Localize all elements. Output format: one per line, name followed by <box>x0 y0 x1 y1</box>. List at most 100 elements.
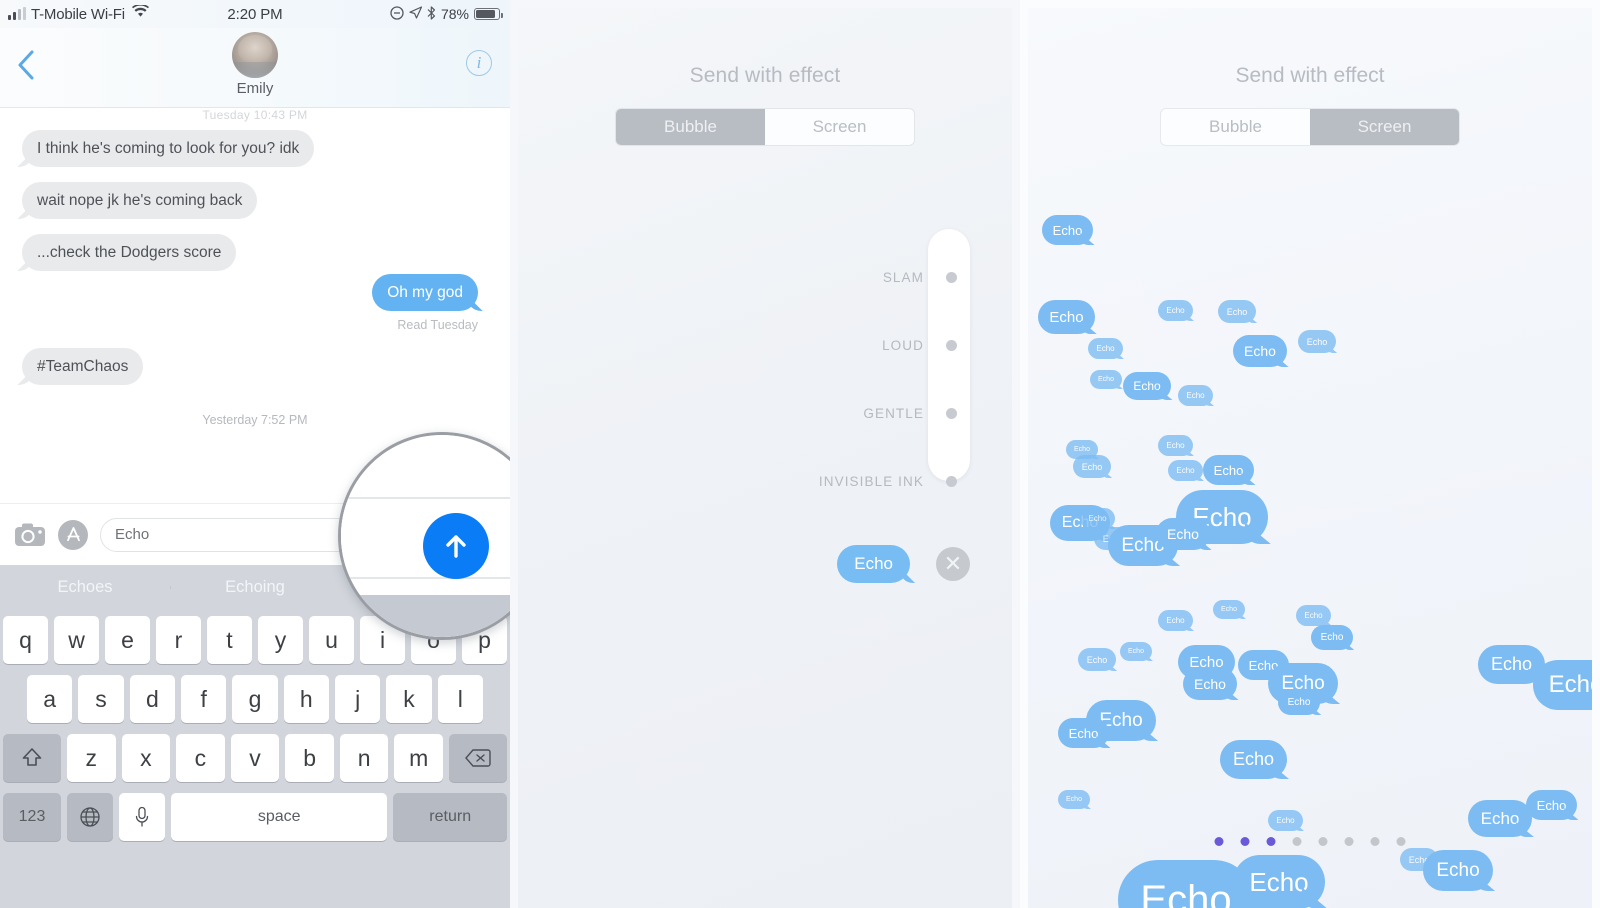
key-m[interactable]: m <box>394 734 444 782</box>
echo-bubble: Echo <box>1311 625 1353 650</box>
three-panel-tutorial-screenshot: T-Mobile Wi-Fi 2:20 PM 78% Emily i Tuesd… <box>0 0 1600 908</box>
effect-type-segmented-control: Bubble Screen <box>1160 108 1460 146</box>
key-g[interactable]: g <box>232 675 278 723</box>
echo-bubble: Echo <box>1156 518 1210 550</box>
key-r[interactable]: r <box>156 616 201 664</box>
effect-row-gentle[interactable]: GENTLE <box>770 379 970 447</box>
effect-row-slam[interactable]: SLAM <box>770 243 970 311</box>
echo-bubble: Echo <box>1533 660 1592 710</box>
preview-row: Echo ✕ <box>837 545 970 583</box>
globe-icon <box>80 807 100 827</box>
echo-bubble: Echo <box>1526 790 1577 820</box>
key-w[interactable]: w <box>54 616 99 664</box>
echo-bubble: Echo <box>1203 455 1254 485</box>
key-y[interactable]: y <box>258 616 303 664</box>
microphone-icon <box>135 806 149 827</box>
echo-bubble: Echo <box>1233 335 1287 367</box>
key-j[interactable]: j <box>334 675 381 723</box>
prediction-0[interactable]: Echoes <box>0 578 170 597</box>
echo-bubble: Echo <box>1168 460 1203 481</box>
prediction-1[interactable]: Echoing <box>170 578 340 597</box>
up-arrow-icon <box>446 535 466 558</box>
tab-bubble[interactable]: Bubble <box>616 109 765 145</box>
key-s[interactable]: s <box>78 675 124 723</box>
echo-bubble: Echo <box>1158 610 1193 631</box>
bluetooth-icon <box>427 5 436 23</box>
effect-label: GENTLE <box>863 405 924 421</box>
message-bubble: #TeamChaos <box>22 348 144 386</box>
echo-bubble: Echo <box>1178 385 1213 406</box>
echo-bubble: Echo <box>1298 330 1336 353</box>
effect-label: INVISIBLE INK <box>818 473 924 489</box>
thread-top-timestamp: Tuesday 10:43 PM <box>202 108 308 122</box>
effect-radio-dot[interactable] <box>945 407 957 419</box>
echo-bubble: Echo <box>1158 300 1193 321</box>
tab-screen[interactable]: Screen <box>1310 109 1459 145</box>
key-f[interactable]: f <box>181 675 227 723</box>
microphone-key[interactable] <box>119 793 165 841</box>
key-v[interactable]: v <box>230 734 280 782</box>
effect-row-loud[interactable]: LOUD <box>770 311 970 379</box>
key-x[interactable]: x <box>121 734 171 782</box>
effect-page-indicator[interactable] <box>1214 837 1406 846</box>
echo-bubble: Echo <box>1158 435 1193 456</box>
effects-title: Send with effect <box>689 64 841 87</box>
send-button[interactable] <box>423 513 489 579</box>
key-h[interactable]: h <box>283 675 329 723</box>
effect-radio-dot[interactable] <box>945 475 957 487</box>
on-screen-keyboard: q w e r t y u i o p a s d f g h <box>0 610 510 908</box>
panel-messages-conversation: T-Mobile Wi-Fi 2:20 PM 78% Emily i Tuesd… <box>0 0 510 908</box>
key-b[interactable]: b <box>285 734 334 782</box>
effects-title: Send with effect <box>1235 64 1385 87</box>
tab-screen[interactable]: Screen <box>765 109 914 145</box>
camera-icon[interactable] <box>14 522 46 548</box>
avatar[interactable] <box>232 32 278 78</box>
return-key[interactable]: return <box>393 793 507 841</box>
echo-bubble: Echo <box>1088 338 1123 359</box>
tab-bubble[interactable]: Bubble <box>1161 109 1310 145</box>
backspace-key[interactable] <box>449 734 508 782</box>
globe-key[interactable] <box>67 793 113 841</box>
echo-bubble: Echo <box>1042 215 1093 245</box>
key-c[interactable]: c <box>176 734 225 782</box>
echo-bubble: Echo <box>1278 690 1320 715</box>
app-store-icon[interactable] <box>58 519 88 550</box>
echo-bubble: Echo <box>1120 642 1152 661</box>
read-receipt: Read Tuesday <box>397 318 478 332</box>
key-l[interactable]: l <box>437 675 483 723</box>
key-e[interactable]: e <box>105 616 150 664</box>
echo-bubble: Echo <box>1080 508 1115 529</box>
key-q[interactable]: q <box>3 616 48 664</box>
message-bubble: wait nope jk he's coming back <box>22 182 258 220</box>
numbers-key[interactable]: 123 <box>3 793 61 841</box>
message-bubble: ...check the Dodgers score <box>22 234 237 272</box>
space-key[interactable]: space <box>171 793 388 841</box>
key-k[interactable]: k <box>386 675 432 723</box>
location-arrow-icon <box>409 6 423 22</box>
echo-bubble: Echo <box>1123 372 1171 400</box>
echo-bubble: Echo <box>1183 668 1237 700</box>
effect-radio-dot[interactable] <box>945 339 957 351</box>
carrier-label: T-Mobile Wi-Fi <box>31 5 125 23</box>
key-d[interactable]: d <box>129 675 175 723</box>
back-chevron-icon[interactable] <box>16 50 36 80</box>
shift-key[interactable] <box>2 734 61 782</box>
key-n[interactable]: n <box>339 734 389 782</box>
echo-bubble: Echo <box>1233 855 1325 908</box>
effect-row-invisible-ink[interactable]: INVISIBLE INK <box>770 447 970 515</box>
battery-percent-label: 78% <box>440 6 469 22</box>
panel-echo-screen-effect: Send with effect Bubble Screen Echo Echo E… <box>1020 0 1600 908</box>
cancel-effect-button[interactable]: ✕ <box>936 547 970 581</box>
magnifier-send-button <box>338 432 510 640</box>
key-t[interactable]: t <box>207 616 252 664</box>
info-button[interactable]: i <box>466 50 492 76</box>
key-z[interactable]: z <box>66 734 116 782</box>
effect-radio-dot[interactable] <box>945 271 957 283</box>
echo-bubble: Echo <box>1058 718 1109 748</box>
key-a[interactable]: a <box>27 675 73 723</box>
status-bar: T-Mobile Wi-Fi 2:20 PM 78% <box>0 0 510 28</box>
panel-effects-picker: Send with effect Bubble Screen SLAM LOUD <box>510 0 1020 908</box>
echo-bubble: Echo <box>1078 648 1116 671</box>
effect-label: LOUD <box>882 337 924 353</box>
preview-bubble: Echo <box>837 545 910 583</box>
